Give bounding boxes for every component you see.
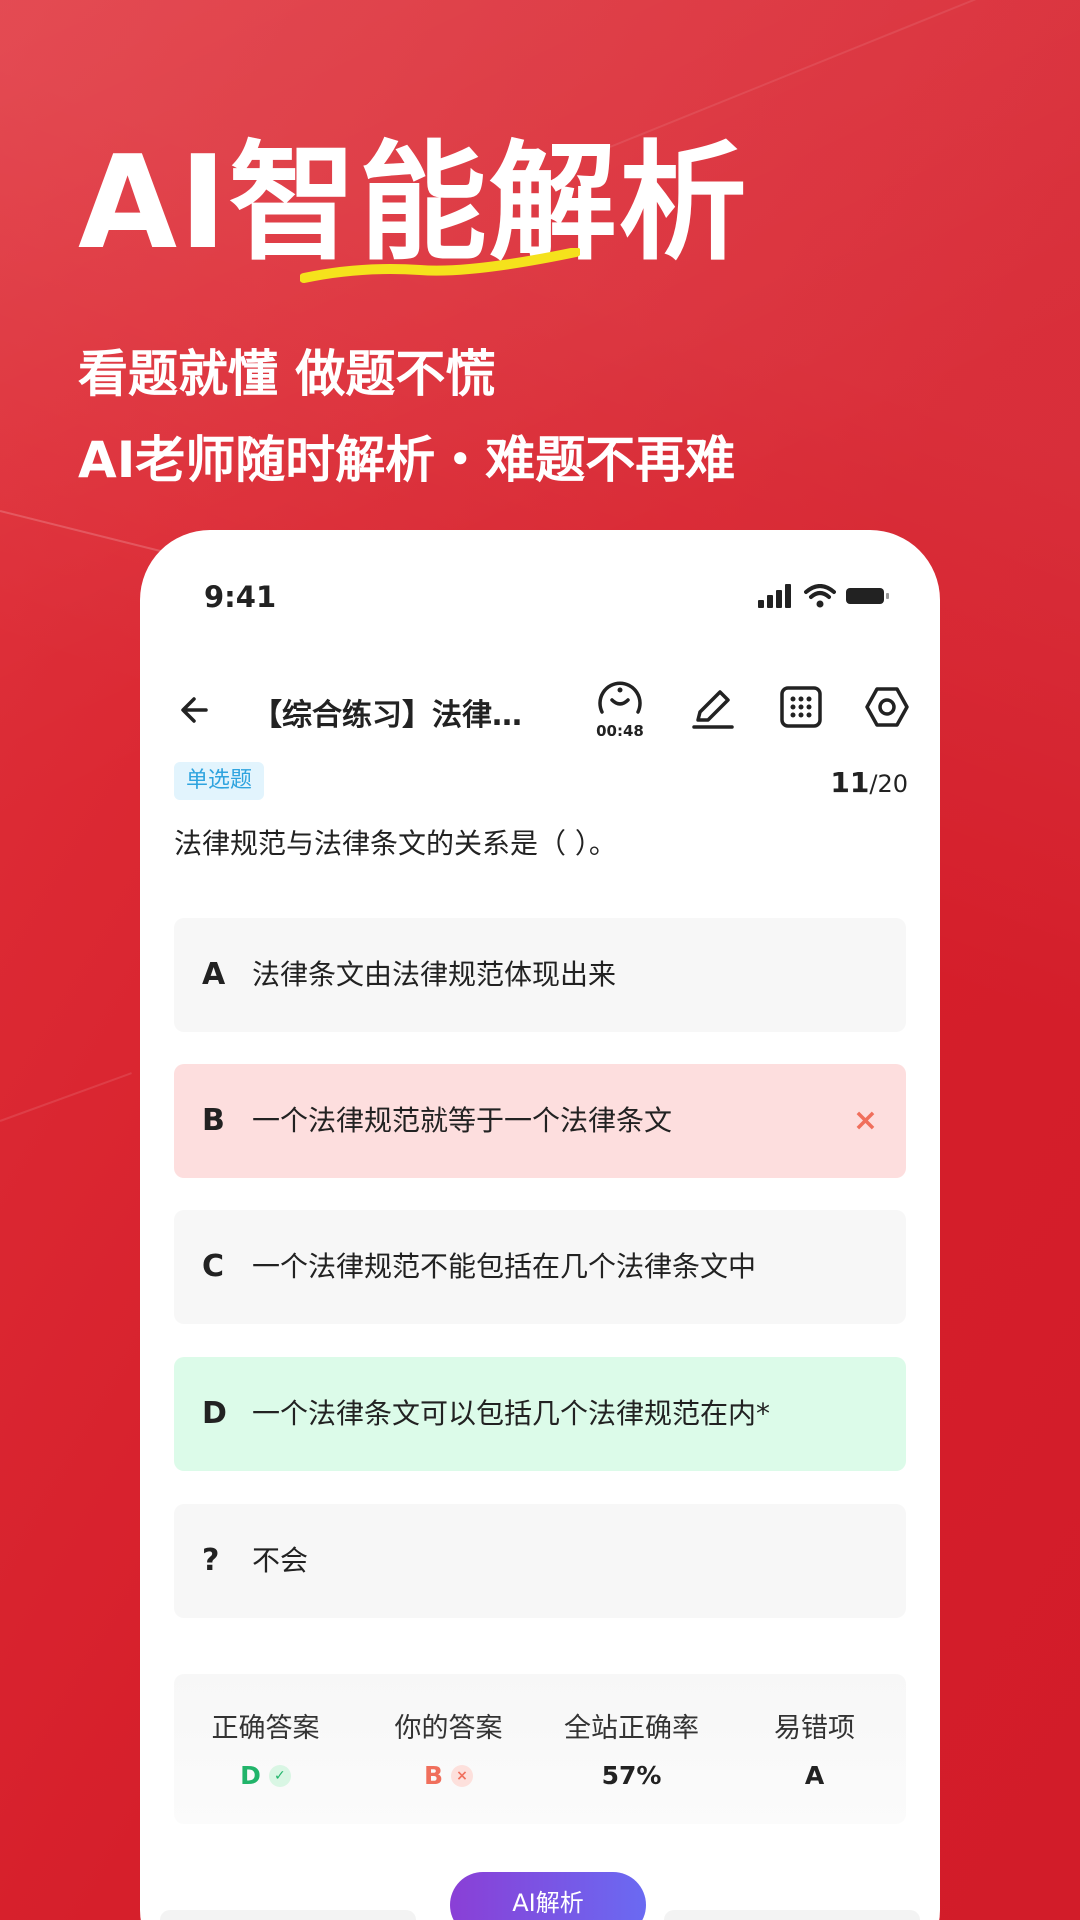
stat-value: A (723, 1761, 906, 1790)
settings-icon[interactable] (862, 682, 912, 732)
option-letter: C (202, 1249, 225, 1284)
hero-subtitle-2: AI老师随时解析・难题不再难 (78, 431, 736, 489)
cross-icon: × (451, 1764, 474, 1787)
stat-your-answer: 你的答案 B × (357, 1674, 540, 1790)
option-text: 一个法律条文可以包括几个法律规范在内* (252, 1397, 771, 1430)
option-text: 法律条文由法律规范体现出来 (252, 958, 617, 991)
stat-common-error: 易错项 A (723, 1674, 906, 1790)
option-letter: D (202, 1396, 227, 1431)
stat-value: B × (357, 1761, 540, 1790)
your-answer-value: B (423, 1761, 444, 1790)
option-text: 一个法律规范就等于一个法律条文 (252, 1104, 673, 1137)
option-letter: ? (202, 1543, 220, 1578)
option-text: 一个法律规范不能包括在几个法律条文中 (252, 1250, 757, 1283)
question-total: /20 (869, 770, 908, 798)
stat-value: D ✓ (174, 1761, 357, 1790)
stat-site-accuracy: 全站正确率 57% (540, 1674, 723, 1790)
nav-bar: 【综合练习】法律… 00:48 (140, 670, 940, 750)
phone-mockup: 9:41 【综合练习】法律… 00:48 单选题 11/20 法律规范与法律条文… (140, 530, 940, 1920)
battery-icon (846, 588, 889, 604)
grid-icon[interactable] (776, 682, 826, 732)
status-icons (758, 584, 892, 608)
option-c[interactable]: C 一个法律规范不能包括在几个法律条文中 (174, 1210, 906, 1324)
question-type-tag: 单选题 (174, 762, 265, 800)
hero-subtitle: 看题就懂 做题不慌 (78, 345, 496, 403)
timer-icon (598, 681, 642, 714)
stat-label: 正确答案 (211, 1713, 320, 1744)
stat-label: 易错项 (774, 1713, 855, 1744)
wifi-icon (804, 584, 836, 608)
signal-icon (758, 584, 791, 608)
wrong-mark-icon: × (852, 1103, 878, 1138)
bottom-bar-left (160, 1910, 416, 1920)
stat-value: 57% (540, 1761, 723, 1790)
option-d[interactable]: D 一个法律条文可以包括几个法律规范在内* (174, 1357, 906, 1471)
bottom-bar-right (664, 1910, 920, 1920)
option-b[interactable]: B 一个法律规范就等于一个法律条文 × (174, 1064, 906, 1178)
status-bar: 9:41 (140, 580, 940, 620)
option-letter: B (202, 1103, 225, 1138)
answer-stats-panel: 正确答案 D ✓ 你的答案 B × 全站正确率 57% 易错项 A (174, 1674, 906, 1824)
option-letter: A (202, 957, 226, 992)
nav-title: 【综合练习】法律… (252, 698, 522, 733)
stat-correct-answer: 正确答案 D ✓ (174, 1674, 357, 1790)
timer-text: 00:48 (596, 722, 644, 740)
question-text: 法律规范与法律条文的关系是（ ）。 (174, 827, 617, 860)
question-progress: 11/20 (830, 766, 908, 799)
stat-label: 全站正确率 (564, 1713, 699, 1744)
timer-button[interactable]: 00:48 (590, 678, 650, 744)
status-time: 9:41 (204, 580, 277, 614)
option-unknown[interactable]: ? 不会 (174, 1504, 906, 1618)
back-arrow-icon[interactable] (176, 686, 224, 734)
ai-analysis-button[interactable]: AI解析 (450, 1872, 646, 1920)
check-icon: ✓ (268, 1764, 291, 1787)
option-a[interactable]: A 法律条文由法律规范体现出来 (174, 918, 906, 1032)
correct-answer-value: D (240, 1761, 261, 1790)
accuracy-value: 57% (601, 1761, 662, 1790)
hero-underline-stroke (300, 248, 580, 283)
common-error-value: A (804, 1761, 825, 1790)
stat-label: 你的答案 (394, 1713, 503, 1744)
edit-icon[interactable] (688, 682, 738, 732)
option-text: 不会 (252, 1544, 309, 1577)
question-current: 11 (830, 766, 870, 799)
